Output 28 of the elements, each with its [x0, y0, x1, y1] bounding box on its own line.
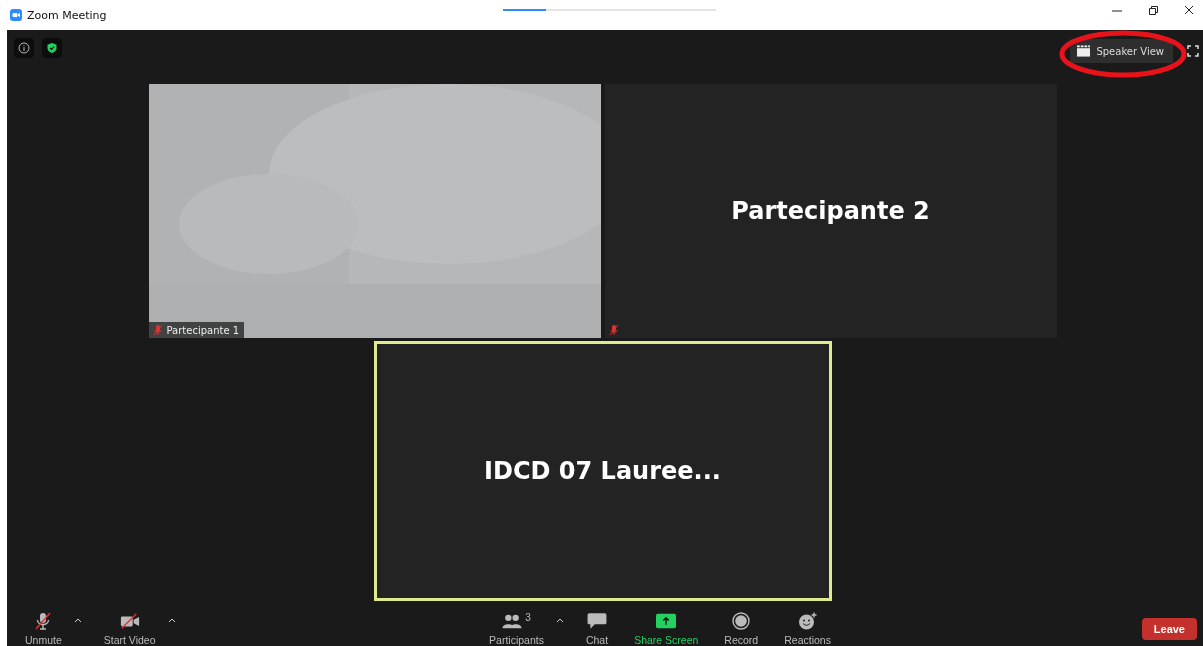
participant-name: Partecipante 1	[166, 324, 240, 336]
toolbar-button[interactable]: Share Screen	[630, 612, 703, 646]
caret-icon[interactable]	[167, 618, 176, 623]
record-icon	[731, 612, 752, 630]
toolbar-button[interactable]: 3 Participants	[485, 612, 548, 646]
app-logo-icon	[10, 9, 22, 21]
participant-name: IDCD 07 Lauree...	[484, 457, 721, 485]
toolbar-button[interactable]: Record	[720, 612, 763, 646]
info-icon[interactable]	[14, 38, 34, 58]
chat-icon	[587, 612, 608, 630]
shield-icon[interactable]	[42, 38, 62, 58]
toolbar-button[interactable]: Start Video	[99, 612, 160, 646]
leave-button[interactable]: Leave	[1141, 618, 1197, 640]
close-icon[interactable]	[1184, 5, 1194, 15]
toolbar-button[interactable]: Chat	[581, 612, 613, 646]
participant-name: Partecipante 2	[731, 197, 930, 225]
share-screen-icon	[656, 612, 677, 630]
window-title: Zoom Meeting	[27, 8, 107, 22]
restore-icon[interactable]	[1148, 5, 1158, 15]
grid-icon	[1077, 45, 1091, 57]
caret-icon[interactable]	[73, 618, 82, 623]
toolbar-button[interactable]: Unmute	[21, 612, 66, 646]
caret-icon[interactable]	[555, 618, 564, 623]
people-icon	[502, 612, 523, 630]
fullscreen-icon[interactable]	[1187, 44, 1199, 57]
smiley-icon	[797, 612, 818, 630]
speaker-view-button[interactable]: Speaker View	[1070, 39, 1173, 63]
toolbar-button[interactable]: Reactions	[780, 612, 835, 646]
